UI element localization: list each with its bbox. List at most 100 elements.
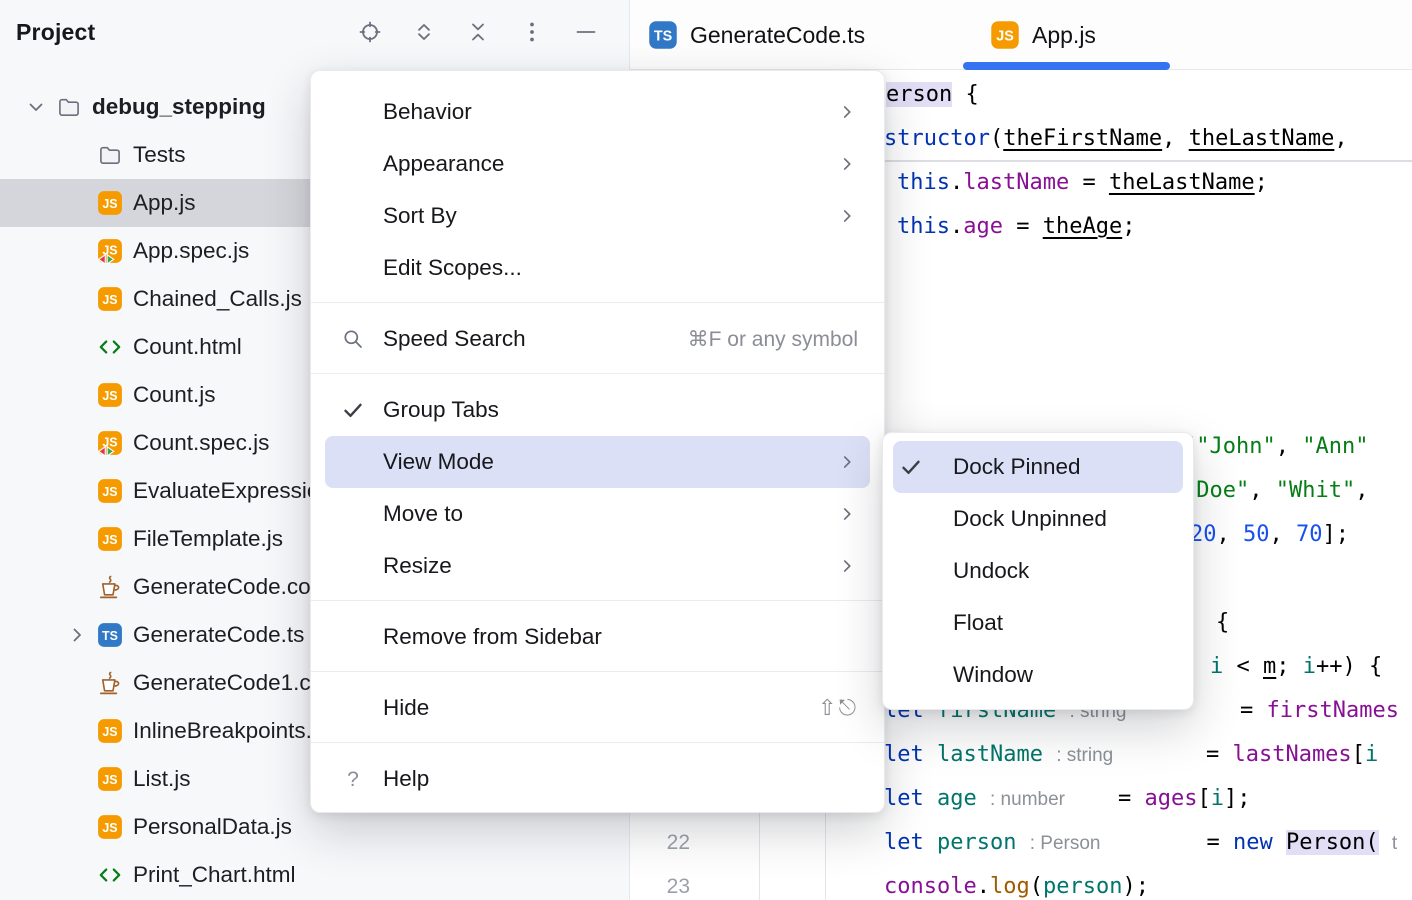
menu-item-resize[interactable]: Resize — [311, 540, 884, 592]
ts-icon: TS — [648, 20, 678, 50]
submenu-item-label: Window — [953, 662, 1033, 688]
js-icon: JS — [97, 382, 123, 408]
check-icon — [899, 455, 935, 479]
chevron-slot — [57, 519, 97, 559]
code-line: structor(theFirstName, theLastName, — [884, 117, 1348, 161]
menu-item-speed-search[interactable]: Speed Search ⌘F or any symbol — [311, 313, 884, 365]
chevron-down-icon[interactable] — [16, 87, 56, 127]
menu-item-label: Help — [383, 766, 429, 792]
active-tab-indicator — [963, 62, 1170, 70]
tab-label: App.js — [1032, 22, 1096, 49]
tree-item-label: debug_stepping — [92, 94, 266, 120]
code-line: let lastName : string = lastNames[i — [884, 733, 1378, 777]
svg-text:TS: TS — [102, 629, 118, 643]
ide-window: Project debug_steppingTestsJSApp.jsJSApp… — [0, 0, 1412, 900]
editor-tab-generatecode-ts[interactable]: TSGenerateCode.ts — [648, 0, 865, 70]
tree-item-label: InlineBreakpoints.js — [133, 718, 328, 744]
submenu-item-label: Dock Pinned — [953, 454, 1081, 480]
menu-item-label: Move to — [383, 501, 463, 527]
code-line: this.lastName = theLastName; — [897, 161, 1268, 205]
menu-item-label: Appearance — [383, 151, 504, 177]
view-mode-submenu: Dock Pinned Dock Unpinned Undock Float Windo… — [882, 432, 1194, 710]
menu-item-appearance[interactable]: Appearance — [311, 138, 884, 190]
js-icon: JS — [97, 286, 123, 312]
code-line: "Doe", "Whit", — [1183, 469, 1368, 513]
js-icon: JS — [97, 526, 123, 552]
menu-item-label: Behavior — [383, 99, 472, 125]
tree-item-label: Chained_Calls.js — [133, 286, 302, 312]
code-line: i < m; i++) { — [1210, 645, 1382, 689]
code-line: erson { — [886, 73, 979, 117]
locate-button[interactable] — [357, 19, 383, 45]
expand-all-button[interactable] — [411, 19, 437, 45]
coffee-icon — [97, 670, 123, 696]
menu-item-label: Remove from Sidebar — [383, 624, 602, 650]
tree-item-label: GenerateCode.ts — [133, 622, 304, 648]
chevron-slot — [57, 759, 97, 799]
editor-tab-app-js[interactable]: JSApp.js — [990, 0, 1130, 70]
tree-item-label: App.js — [133, 190, 196, 216]
folder-icon — [97, 142, 123, 168]
code-line: 20, 50, 70]; — [1190, 513, 1349, 557]
coffee-icon — [97, 574, 123, 600]
collapse-all-button[interactable] — [465, 19, 491, 45]
project-panel-title[interactable]: Project — [16, 19, 95, 46]
chevron-slot — [57, 471, 97, 511]
menu-shortcut: ⌘F or any symbol — [688, 327, 858, 352]
kebab-icon — [520, 20, 544, 44]
svg-text:JS: JS — [102, 533, 117, 547]
tree-item-label: FileTemplate.js — [133, 526, 283, 552]
js-test-icon: JS — [97, 430, 123, 456]
js-test-icon: JS — [97, 238, 123, 264]
svg-text:?: ? — [347, 768, 359, 791]
folder-icon — [56, 94, 82, 120]
svg-text:TS: TS — [654, 29, 673, 45]
svg-text:JS: JS — [102, 389, 117, 403]
chevron-right-icon — [836, 503, 858, 525]
submenu-item-undock[interactable]: Undock — [883, 545, 1193, 597]
tree-item-label: Print_Chart.html — [133, 862, 296, 888]
minus-icon — [574, 20, 598, 44]
menu-item-edit-scopes[interactable]: Edit Scopes... — [311, 242, 884, 294]
locate-icon — [358, 20, 382, 44]
menu-item-sort-by[interactable]: Sort By — [311, 190, 884, 242]
menu-item-behavior[interactable]: Behavior — [311, 86, 884, 138]
menu-item-remove-from-sidebar[interactable]: Remove from Sidebar — [311, 611, 884, 663]
hide-panel-button[interactable] — [573, 19, 599, 45]
more-options-button[interactable] — [519, 19, 545, 45]
chevron-right-icon[interactable] — [57, 615, 97, 655]
html-icon — [97, 862, 123, 888]
submenu-item-label: Undock — [953, 558, 1029, 584]
menu-item-hide[interactable]: Hide⇧⎋ — [311, 682, 884, 734]
submenu-item-dock-unpinned[interactable]: Dock Unpinned — [883, 493, 1193, 545]
code-line: let person : Person = new Person( t — [884, 821, 1397, 865]
menu-item-move-to[interactable]: Move to — [311, 488, 884, 540]
submenu-item-dock-pinned[interactable]: Dock Pinned — [893, 441, 1183, 493]
code-line: ["John", "Ann" — [1183, 425, 1368, 469]
tree-item-label: Count.spec.js — [133, 430, 269, 456]
menu-separator — [311, 600, 884, 601]
menu-item-label: Resize — [383, 553, 452, 579]
chevron-right-icon — [836, 101, 858, 123]
menu-item-help[interactable]: ? Help — [311, 753, 884, 805]
menu-item-label: View Mode — [383, 449, 494, 475]
chevron-slot — [57, 183, 97, 223]
submenu-item-float[interactable]: Float — [883, 597, 1193, 649]
submenu-item-window[interactable]: Window — [883, 649, 1193, 701]
project-panel-header: Project — [0, 0, 629, 64]
submenu-item-label: Float — [953, 610, 1003, 636]
menu-item-label: Speed Search — [383, 326, 526, 352]
menu-item-view-mode[interactable]: View Mode — [325, 436, 870, 488]
menu-item-label: Sort By — [383, 203, 457, 229]
collapse-icon — [466, 20, 490, 44]
menu-item-label: Hide — [383, 695, 429, 721]
expand-icon — [412, 20, 436, 44]
svg-text:JS: JS — [102, 293, 117, 307]
code-line: this.age = theAge; — [897, 205, 1135, 249]
tree-item-label: Count.html — [133, 334, 242, 360]
tree-item-print-chart-html[interactable]: Print_Chart.html — [0, 851, 629, 899]
chevron-right-icon — [836, 451, 858, 473]
search-icon — [341, 327, 383, 351]
menu-item-group-tabs[interactable]: Group Tabs — [311, 384, 884, 436]
chevron-slot — [57, 855, 97, 895]
